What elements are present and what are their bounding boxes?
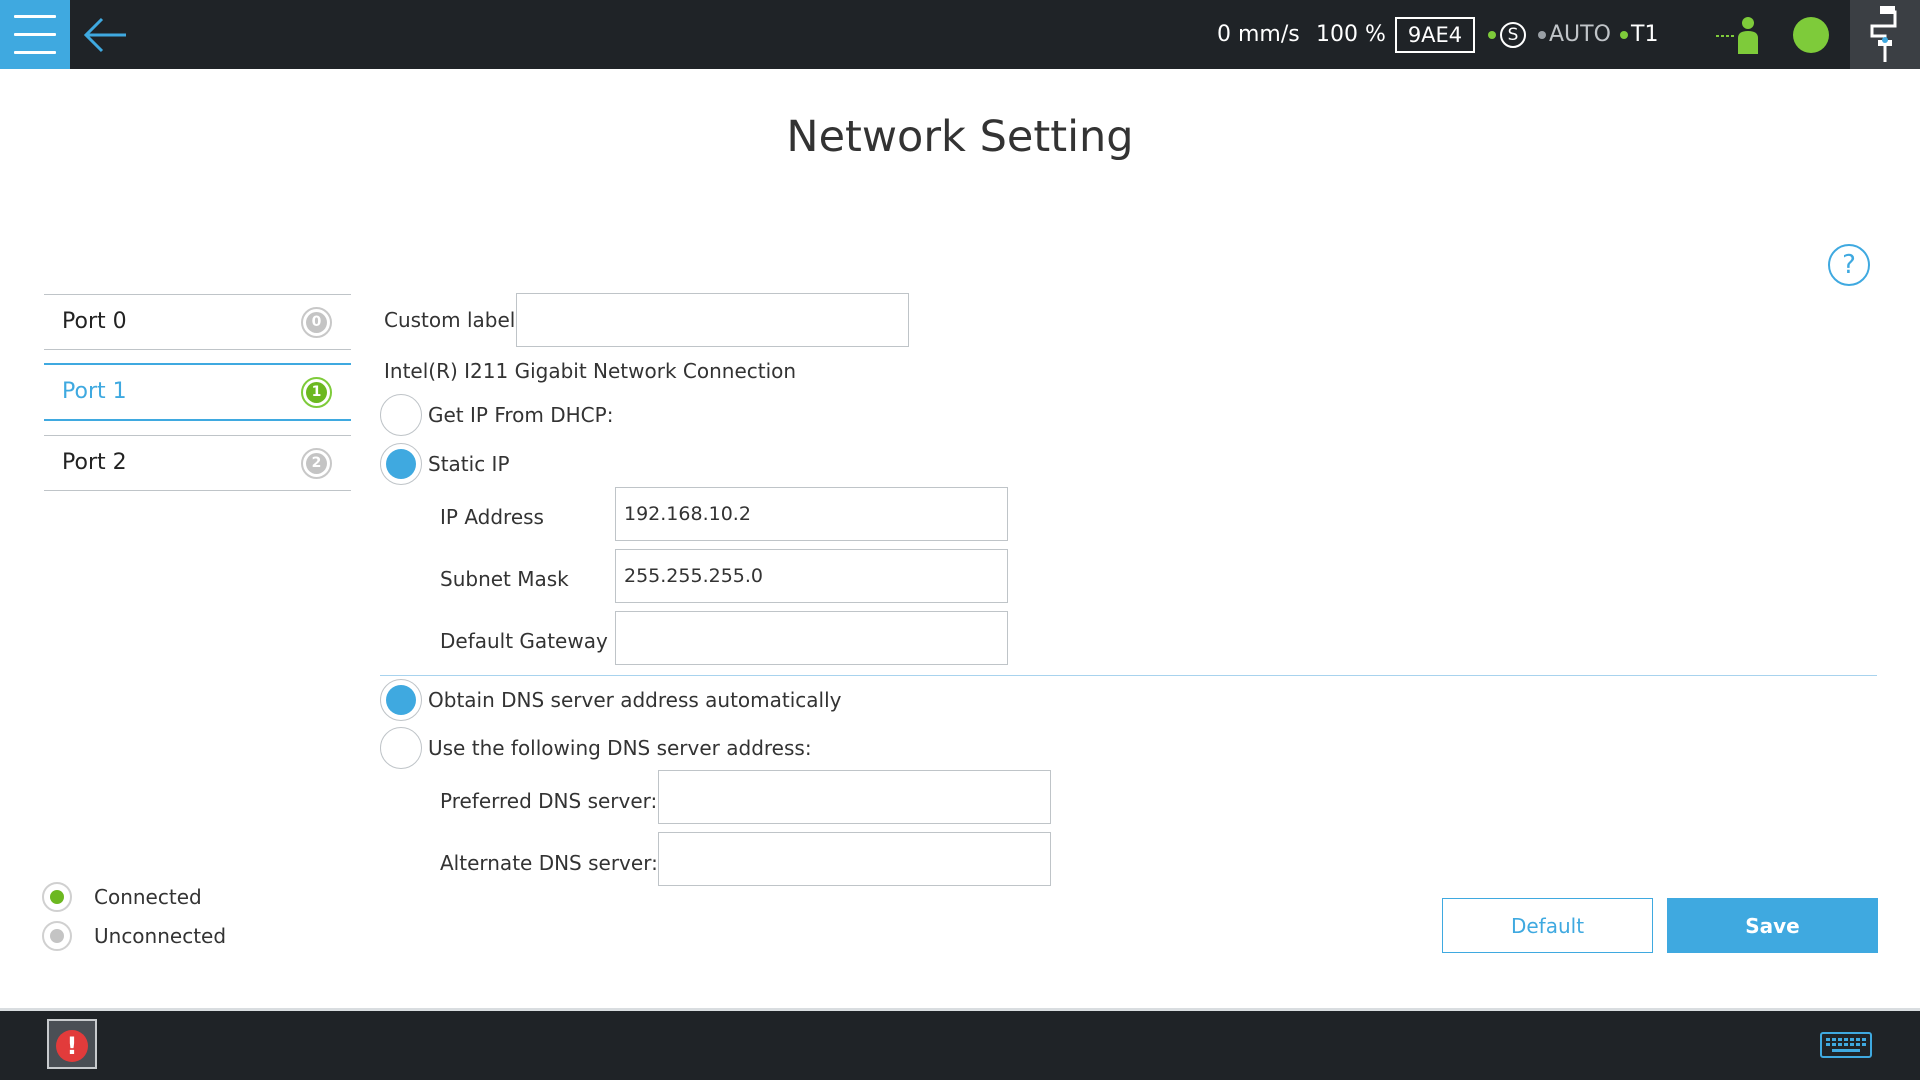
port-status-badge: 0 <box>301 307 332 338</box>
robot-arm-icon <box>1870 6 1897 62</box>
tool-dot <box>1620 31 1628 39</box>
subnet-mask-input[interactable] <box>615 549 1008 603</box>
robot-arm-button[interactable] <box>1850 0 1920 69</box>
safety-s-icon: S <box>1500 22 1526 48</box>
alert-button[interactable]: ! <box>47 1019 97 1069</box>
port-item-0[interactable]: Port 0 0 <box>44 294 351 350</box>
speed-readout: 0 mm/s <box>1217 22 1300 47</box>
dhcp-radio[interactable] <box>380 394 422 436</box>
port-status-badge: 1 <box>301 377 332 408</box>
connected-indicator-icon <box>42 882 72 912</box>
port-item-2[interactable]: Port 2 2 <box>44 435 351 491</box>
port-number: 2 <box>306 453 327 474</box>
default-gateway-input[interactable] <box>615 611 1008 665</box>
ip-address-label: IP Address <box>440 505 544 529</box>
ip-address-input[interactable] <box>615 487 1008 541</box>
static-ip-label: Static IP <box>428 452 510 476</box>
menu-icon-line <box>14 33 56 36</box>
alternate-dns-label: Alternate DNS server: <box>440 851 658 875</box>
port-number: 0 <box>306 312 327 333</box>
menu-icon-line <box>14 15 56 18</box>
keyboard-icon[interactable] <box>1820 1032 1872 1058</box>
robot-person-icon <box>1716 17 1758 54</box>
alert-icon: ! <box>56 1030 88 1062</box>
safety-dot <box>1488 31 1496 39</box>
legend-label: Unconnected <box>94 924 227 948</box>
save-button[interactable]: Save <box>1667 898 1878 953</box>
menu-button[interactable] <box>0 0 70 69</box>
mode-dot <box>1538 31 1546 39</box>
override-readout: 100 % <box>1316 22 1386 47</box>
static-ip-radio[interactable] <box>380 443 422 485</box>
tool-label: T1 <box>1631 22 1659 47</box>
port-label: Port 2 <box>62 450 127 475</box>
port-status-badge: 2 <box>301 448 332 479</box>
dns-manual-label: Use the following DNS server address: <box>428 736 812 760</box>
default-button[interactable]: Default <box>1442 898 1653 953</box>
custom-label-input[interactable] <box>516 293 909 347</box>
unconnected-indicator-icon <box>42 921 72 951</box>
default-gateway-label: Default Gateway <box>440 629 608 653</box>
subnet-mask-label: Subnet Mask <box>440 567 569 591</box>
mode-label: AUTO <box>1549 22 1611 47</box>
page-title: Network Setting <box>786 112 1134 162</box>
adapter-name: Intel(R) I211 Gigabit Network Connection <box>384 359 797 383</box>
robot-code-badge[interactable]: 9AE4 <box>1395 17 1475 53</box>
port-item-1[interactable]: Port 1 1 <box>44 363 351 421</box>
back-button[interactable] <box>80 10 130 60</box>
back-arrow-icon <box>83 17 126 53</box>
legend-label: Connected <box>94 885 202 909</box>
help-icon[interactable]: ? <box>1828 244 1870 286</box>
port-label: Port 1 <box>62 379 127 404</box>
alternate-dns-input[interactable] <box>658 832 1051 886</box>
bottom-bar <box>0 1008 1920 1080</box>
status-light-icon <box>1793 17 1829 53</box>
dhcp-label: Get IP From DHCP: <box>428 403 614 427</box>
top-bar: 0 mm/s 100 % 9AE4 S AUTO T1 <box>0 0 1920 69</box>
preferred-dns-input[interactable] <box>658 770 1051 824</box>
preferred-dns-label: Preferred DNS server: <box>440 789 658 813</box>
port-label: Port 0 <box>62 309 127 334</box>
dns-auto-label: Obtain DNS server address automatically <box>428 688 842 712</box>
menu-icon-line <box>14 51 56 54</box>
dns-auto-radio[interactable] <box>380 679 422 721</box>
section-divider <box>380 675 1877 676</box>
port-number: 1 <box>306 382 327 403</box>
dns-manual-radio[interactable] <box>380 727 422 769</box>
custom-label-label: Custom label <box>384 308 516 332</box>
